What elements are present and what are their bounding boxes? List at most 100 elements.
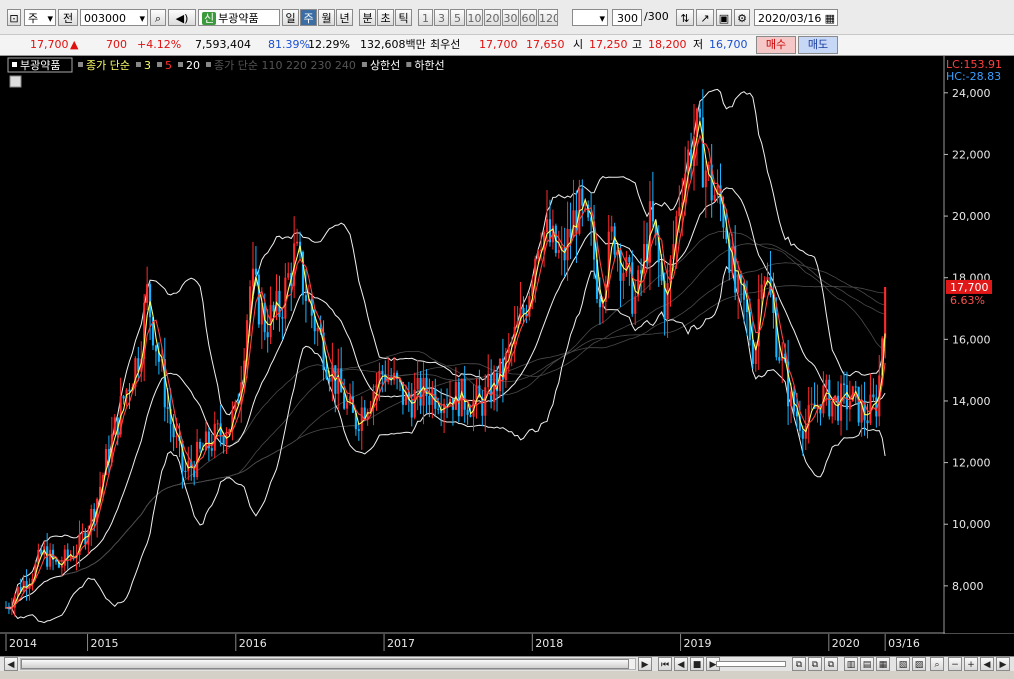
scroll-track[interactable] [20,658,636,670]
candle-body [146,284,149,303]
sell-button[interactable]: 매도 [798,36,838,54]
stock-name-field[interactable]: 신 부광약품 [198,9,280,26]
period-select[interactable]: 주 ▾ [24,9,56,26]
high-label: 고 [632,38,643,51]
prev-button[interactable]: 전 [58,9,78,26]
scroll-right-icon[interactable]: ▶ [638,657,652,671]
window-link-icon[interactable]: ⊡ [7,9,21,26]
gear-icon[interactable]: ⚙ [734,9,750,26]
candle-body [628,257,631,263]
chart-svg[interactable]: 24,00022,00020,00018,00016,00014,00012,0… [0,56,1014,658]
candle-body [522,307,525,315]
candle-body [610,226,613,232]
split-view-icon[interactable]: ▨ [912,657,926,671]
low-price: 16,700 [709,38,748,51]
grid-view-icon[interactable]: ▦ [876,657,890,671]
chart-scrollbar[interactable]: ◀ ▶ ⏮ ◀ ■ ▶ ⧉ ⧉ ⧉ ▥ ▤ ▦ ▧ ▨ ⌕ − + ◀ ▶ [0,656,1014,672]
candle-body [257,274,260,325]
candle-body [704,170,707,188]
candle-body [166,407,169,409]
interval-input[interactable]: ▾ [572,9,608,26]
candle-body [845,384,848,410]
prev-page-icon[interactable]: ◀ [674,657,688,671]
candle-body [122,396,125,399]
minute-button-20[interactable]: 20 [484,9,501,26]
zoom-search-icon[interactable]: ⌕ [930,657,944,671]
x-tick-label: 2015 [91,637,119,650]
minute-button-60[interactable]: 60 [520,9,537,26]
ask-price: 17,700 [479,38,518,51]
candle-body [475,385,478,400]
layout-view-icon[interactable]: ▧ [896,657,910,671]
candle-body [854,386,857,388]
candle-body [507,346,510,353]
copy2-icon[interactable]: ⧉ [808,657,822,671]
bar-view-icon[interactable]: ▥ [844,657,858,671]
legend-item: 5 [165,59,172,72]
zoom-in-icon[interactable]: + [964,657,978,671]
scroll-right-end-icon[interactable]: ▶ [996,657,1010,671]
bar-count-input[interactable]: 300 [612,9,642,26]
best-label: 최우선 [430,38,461,51]
candle-body [210,448,213,451]
copy-icon[interactable]: ⧉ [792,657,806,671]
copy3-icon[interactable]: ⧉ [824,657,838,671]
date-input[interactable]: 2020/03/16 ▦ [754,9,838,26]
zoom-out-icon[interactable]: − [948,657,962,671]
candle-body [463,378,466,410]
chart-grid [0,56,1014,658]
scroll-left-icon[interactable]: ◀ [4,657,18,671]
tab-4[interactable]: 분 [359,9,376,26]
legend-item: 하한선 [414,58,444,72]
minute-button-5[interactable]: 5 [450,9,465,26]
calendar-icon[interactable]: ▦ [825,10,835,25]
candle-body [484,387,487,416]
tab-6[interactable]: 틱 [395,9,412,26]
chevron-down-icon: ▾ [47,12,53,25]
buy-button[interactable]: 매수 [756,36,796,54]
minute-button-30[interactable]: 30 [502,9,519,26]
save-icon[interactable]: ▣ [716,9,732,26]
stock-code-input[interactable]: 003000 ▾ [80,9,148,26]
candle-body [60,565,63,568]
speaker-icon[interactable]: ◀) [168,9,196,26]
line-tool-icon[interactable]: ↗ [696,9,714,26]
candle-body [287,273,290,278]
candle-body [698,108,701,118]
indicator-icon[interactable]: ⇅ [676,9,694,26]
candle-body [272,305,275,312]
scroll-thumb[interactable] [21,659,629,669]
tab-3[interactable]: 년 [336,9,353,26]
y-tick-label: 8,000 [952,580,984,593]
candle-body [869,394,872,424]
tab-2[interactable]: 월 [318,9,335,26]
price-chart[interactable]: 24,000 22,000 20,000 18,000 16,000 14,000 12,0… [0,56,1014,658]
minute-button-10[interactable]: 10 [466,9,483,26]
minute-button-3[interactable]: 3 [434,9,449,26]
y-tick-label: 24,000 [952,87,991,100]
candle-body [216,423,219,425]
candle-body [328,377,331,382]
toolbar: ⊡ 주 ▾ 전 003000 ▾ ⌕ ◀) 신 부광약품 일주월년분초틱 1351… [0,0,1014,56]
bid-price: 17,650 [526,38,565,51]
minute-button-120[interactable]: 120 [538,9,558,26]
candle-body [598,299,601,308]
candle-body [537,251,540,259]
minute-button-1[interactable]: 1 [418,9,433,26]
trade-amount: 132,608백만 [360,38,426,51]
stop-icon[interactable]: ■ [690,657,704,671]
line-view-icon[interactable]: ▤ [860,657,874,671]
candle-body [69,556,72,558]
tab-0[interactable]: 일 [282,9,299,26]
tab-1[interactable]: 주 [300,9,317,26]
candle-body [428,395,431,405]
speed-slider[interactable] [716,661,786,667]
search-icon[interactable]: ⌕ [150,9,166,26]
up-arrow-icon: ▲ [70,38,79,51]
candle-body [487,374,490,388]
first-page-icon[interactable]: ⏮ [658,657,672,671]
scroll-left-end-icon[interactable]: ◀ [980,657,994,671]
candle-body [678,207,681,217]
tab-5[interactable]: 초 [377,9,394,26]
candle-body [325,369,328,378]
